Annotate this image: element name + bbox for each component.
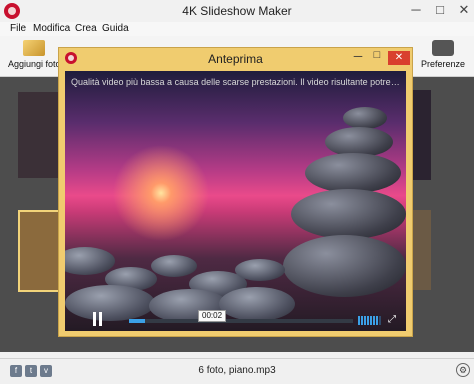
photo-thumbnail[interactable] [411,90,431,180]
preview-close-button[interactable]: ✕ [388,51,410,65]
add-photos-label: Aggiungi foto [8,59,61,69]
status-bar: f t v 6 foto, piano.mp3 ⚙ [0,358,474,384]
maximize-button[interactable]: □ [428,0,452,22]
add-photos-button[interactable]: Aggiungi foto [8,40,61,74]
stacked-stone [283,235,406,297]
fullscreen-icon[interactable]: ⤢ [387,315,397,325]
volume-bar [361,316,363,325]
add-photo-icon [23,40,45,56]
timeline-progress [129,319,145,323]
menu-bar: File Modifica Crea Guida [0,22,474,36]
photo-thumbnail[interactable] [18,92,60,178]
preview-maximize-button[interactable]: □ [366,49,388,67]
stacked-stone [305,153,401,193]
beach-pebble [65,247,115,275]
close-button[interactable]: ✕ [452,0,474,22]
preview-window: Anteprima ─ □ ✕ Qualità video più bassa … [58,47,413,337]
minimize-button[interactable]: ─ [404,0,428,22]
preview-titlebar[interactable]: Anteprima ─ □ ✕ [59,48,412,70]
menu-guida[interactable]: Guida [102,23,129,34]
photo-thumbnail-selected[interactable] [18,210,60,292]
player-controls: 00:02 ⤢ [65,309,406,331]
beach-pebble [235,259,285,281]
volume-bar [370,316,372,325]
video-frame[interactable]: Qualità video più bassa a causa delle sc… [65,71,406,331]
volume-bar [373,316,375,325]
photo-thumbnail[interactable] [411,210,431,290]
stacked-stone [343,107,387,129]
camera-gear-icon [432,40,454,56]
timeline-slider[interactable]: 00:02 [129,310,353,323]
settings-icon[interactable]: ⚙ [456,363,470,377]
volume-bar [358,316,360,325]
volume-bar [379,316,381,325]
volume-indicator[interactable] [358,316,382,325]
pause-bar [99,312,102,326]
volume-bar [364,316,366,325]
window-title: 4K Slideshow Maker [182,4,292,18]
main-titlebar: 4K Slideshow Maker ─ □ ✕ [0,0,474,23]
menu-modifica[interactable]: Modifica [33,23,70,34]
beach-pebble [151,255,197,277]
pause-bar [93,312,96,326]
volume-bar [367,316,369,325]
preferences-label: Preferenze [420,59,466,69]
performance-warning: Qualità video più bassa a causa delle sc… [71,77,401,87]
pause-button[interactable] [93,312,102,326]
preferences-button[interactable]: Preferenze [420,40,466,74]
status-summary: 6 foto, piano.mp3 [198,365,276,376]
menu-file[interactable]: File [10,23,26,34]
menu-crea[interactable]: Crea [75,23,97,34]
volume-bar [376,316,378,325]
stacked-stone [291,189,406,239]
time-tooltip: 00:02 [198,310,227,322]
